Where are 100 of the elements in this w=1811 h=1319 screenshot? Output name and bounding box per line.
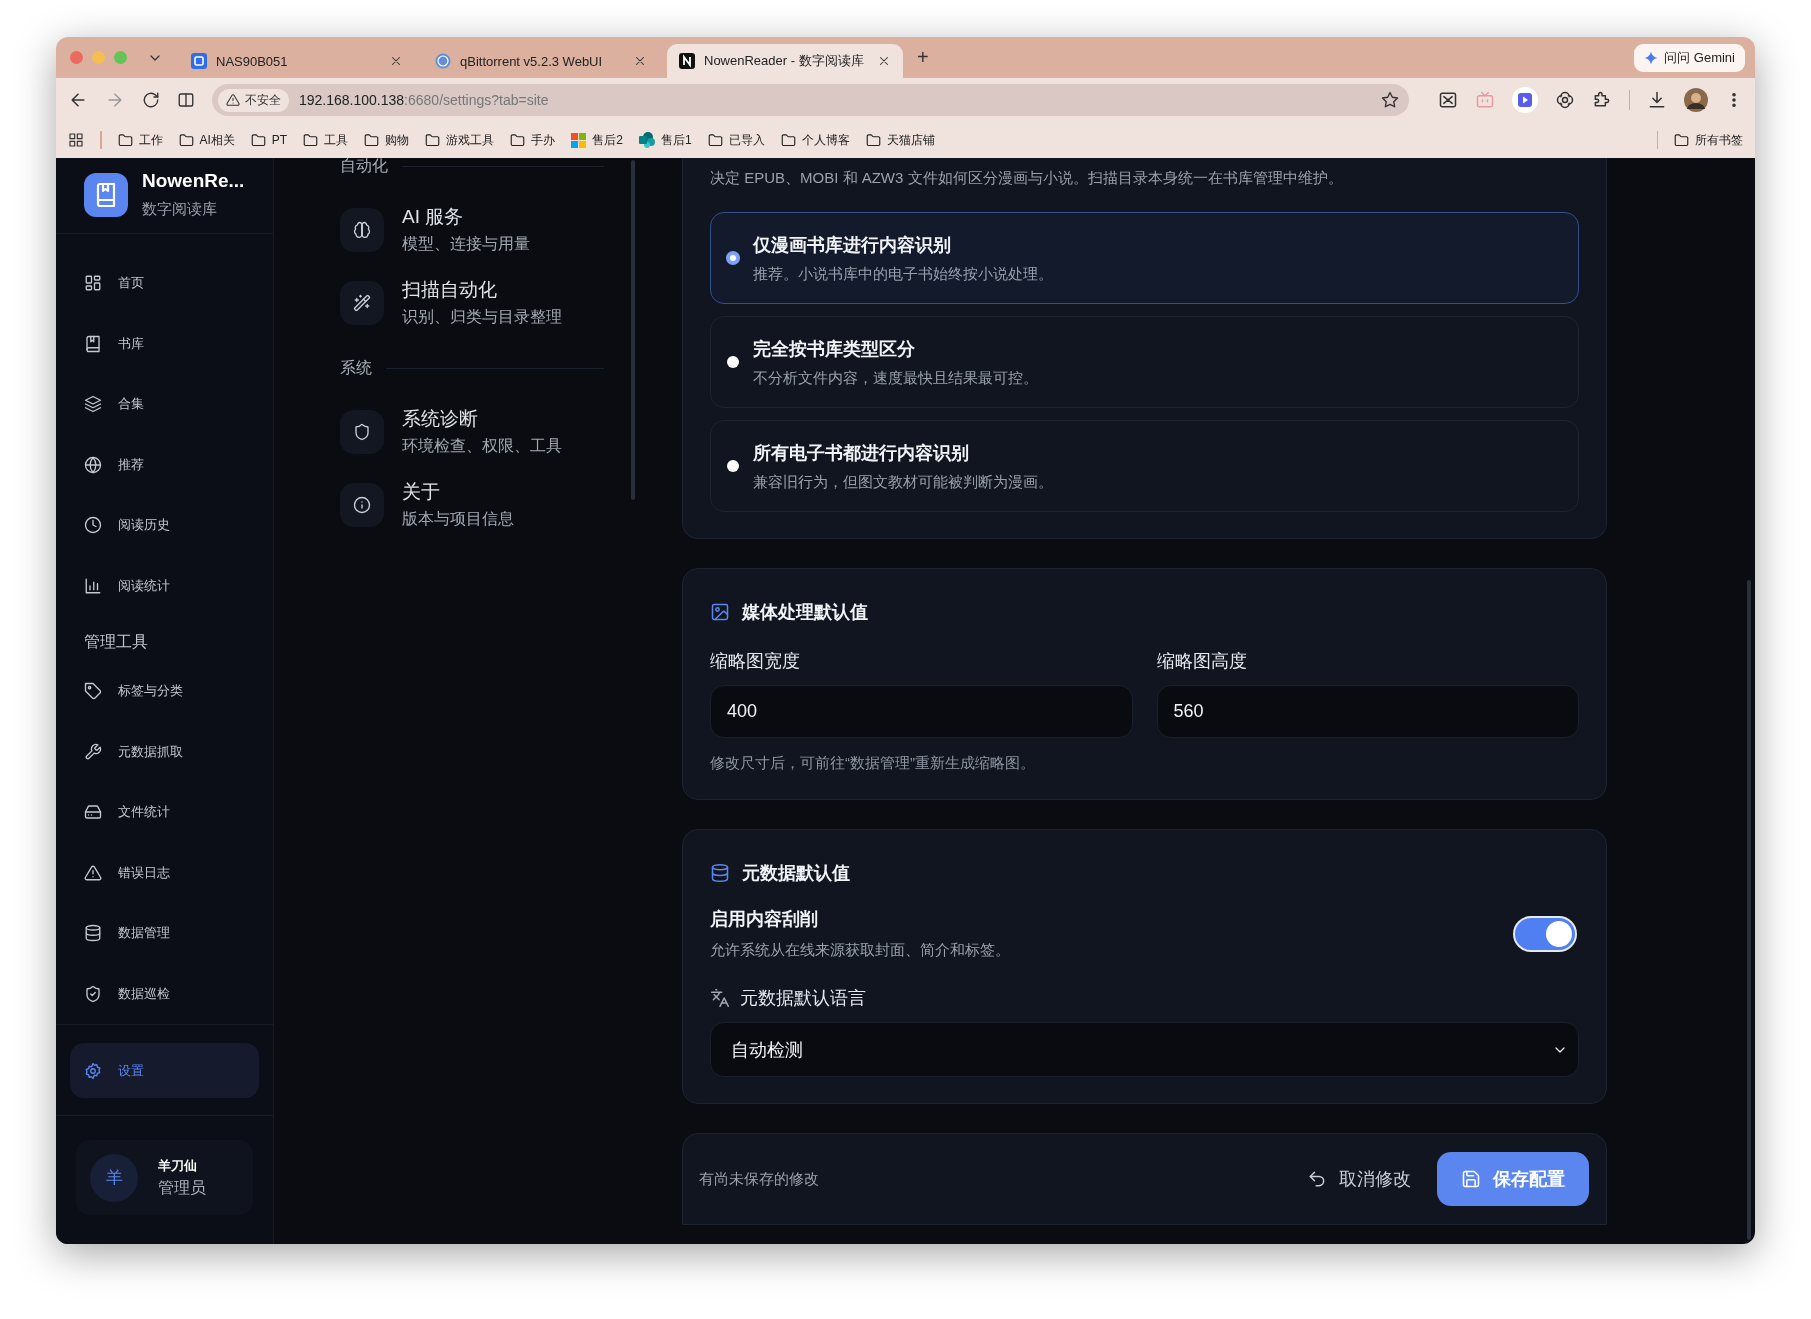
language-dropdown[interactable]: 自动检测 <box>710 1022 1579 1077</box>
undo-icon <box>1307 1169 1327 1189</box>
globe-icon <box>84 455 102 474</box>
radio-button[interactable] <box>727 356 739 368</box>
gemini-button[interactable]: 问问 Gemini <box>1634 43 1745 72</box>
warning-icon <box>226 93 240 107</box>
windows-logo-icon <box>571 132 587 148</box>
option-description: 不分析文件内容，速度最快且结果最可控。 <box>753 368 1038 388</box>
settings-nav-item[interactable]: 关于 版本与项目信息 <box>340 468 639 541</box>
folder-icon <box>1674 132 1689 148</box>
sidebar-item[interactable]: 合集 <box>70 374 259 435</box>
card-title: 媒体处理默认值 <box>742 601 868 624</box>
option-title: 所有电子书都进行内容识别 <box>753 441 970 465</box>
toggle-switch[interactable] <box>1513 915 1577 952</box>
scrollbar-thumb[interactable] <box>631 160 635 500</box>
bookmark[interactable]: 售后1 <box>638 131 692 149</box>
user-avatar: 羊 <box>90 1153 138 1202</box>
radio-option[interactable]: 仅漫画书库进行内容识别 推荐。小说书库中的电子书始终按小说处理。 <box>710 212 1579 304</box>
wrench-icon <box>84 742 102 761</box>
play-icon[interactable] <box>1511 87 1538 113</box>
cancel-button[interactable]: 取消修改 <box>1297 1159 1421 1199</box>
profile-avatar[interactable] <box>1684 88 1708 112</box>
close-icon[interactable] <box>633 54 647 68</box>
bookmark[interactable]: 个人博客 <box>780 131 850 149</box>
folder-icon <box>425 132 441 148</box>
folder-icon <box>178 132 194 148</box>
bookmark[interactable]: 已导入 <box>707 131 765 149</box>
browser-tab[interactable]: NowenReader - 数字阅读库 <box>667 44 903 78</box>
bookmark[interactable]: 售后2 <box>571 131 623 149</box>
sidebar-item[interactable]: 文件统计 <box>70 782 259 843</box>
bar-chart-icon <box>84 576 102 595</box>
magic-wand-icon <box>353 293 371 312</box>
sidebar-item[interactable]: 书库 <box>70 313 259 374</box>
sidebar-item[interactable]: 数据管理 <box>70 903 259 964</box>
folder-icon <box>707 132 723 148</box>
scrollbar-thumb[interactable] <box>1747 580 1751 1240</box>
info-icon <box>353 495 371 514</box>
folder-icon <box>364 132 380 148</box>
book-logo-icon <box>84 172 128 217</box>
number-field[interactable]: 560 <box>1156 685 1579 738</box>
setting-label: 启用内容刮削 <box>710 908 819 931</box>
url-text: 192.168.100.138:6680/settings?tab=site <box>299 92 549 108</box>
clock-icon <box>84 516 102 535</box>
hard-drive-icon <box>84 803 102 822</box>
browser-tab[interactable]: NAS90B051 <box>179 44 415 78</box>
sidebar-item[interactable]: 数据巡检 <box>70 963 259 1024</box>
group-heading: 自动化 <box>340 155 388 176</box>
settings-icon <box>84 1061 102 1080</box>
sidebar-item[interactable]: 阅读历史 <box>70 495 259 556</box>
bookmark[interactable]: 手办 <box>510 131 556 149</box>
close-icon[interactable] <box>389 54 403 68</box>
bookmark[interactable]: 游戏工具 <box>425 131 495 149</box>
settings-nav-item[interactable]: 扫描自动化 识别、归类与目录整理 <box>340 266 639 339</box>
sidebar-item[interactable]: 推荐 <box>70 434 259 495</box>
option-title: 仅漫画书库进行内容识别 <box>753 233 952 257</box>
radio-button[interactable] <box>727 460 739 472</box>
close-icon[interactable] <box>877 54 891 68</box>
radio-option[interactable]: 所有电子书都进行内容识别 兼容旧行为，但图文教材可能被判断为漫画。 <box>710 420 1579 512</box>
screenshot-icon[interactable] <box>1437 90 1458 110</box>
bookmark[interactable]: PT <box>250 132 288 148</box>
sparkle-icon <box>1644 50 1659 65</box>
unsaved-message: 有尚未保存的修改 <box>699 1169 819 1189</box>
split-view-icon[interactable] <box>177 91 195 109</box>
user-card[interactable]: 羊 羊刀仙 管理员 <box>76 1140 253 1215</box>
shield-check-icon <box>84 984 102 1003</box>
all-bookmarks-folder[interactable]: 所有书签 <box>1674 131 1743 149</box>
settings-nav-item[interactable]: 系统诊断 环境检查、权限、工具 <box>340 395 639 468</box>
hint-text: 修改尺寸后，可前往“数据管理”重新生成缩略图。 <box>710 754 1036 773</box>
radio-option[interactable]: 完全按书库类型区分 不分析文件内容，速度最快且结果最可控。 <box>710 316 1579 408</box>
knot-icon[interactable] <box>1554 90 1575 110</box>
apps-icon[interactable] <box>68 132 84 148</box>
option-description: 兼容旧行为，但图文教材可能被判断为漫画。 <box>753 472 1053 492</box>
book-icon <box>84 334 102 353</box>
field-label: 缩略图高度 <box>1156 650 1248 673</box>
sidebar-item[interactable]: 元数据抓取 <box>70 721 259 782</box>
folder-icon <box>780 132 796 148</box>
number-field[interactable]: 400 <box>710 685 1133 738</box>
star-icon[interactable] <box>1380 91 1399 109</box>
bookmark[interactable]: 天猫店铺 <box>865 131 935 149</box>
save-icon <box>1461 1169 1481 1189</box>
sidebar-item[interactable]: 标签与分类 <box>70 661 259 722</box>
browser-tab[interactable]: qBittorrent v5.2.3 WebUI <box>423 44 659 78</box>
security-chip[interactable]: 不安全 <box>218 88 289 112</box>
bookmark[interactable]: 工具 <box>303 131 349 149</box>
address-bar[interactable]: 不安全 192.168.100.138:6680/settings?tab=site <box>212 84 1409 116</box>
sidebar-item[interactable]: 阅读统计 <box>70 555 259 616</box>
bookmark[interactable]: 工作 <box>117 131 163 149</box>
tag-icon <box>84 682 102 701</box>
new-tab-button[interactable]: + <box>917 46 929 69</box>
sidebar-item[interactable]: 设置 <box>70 1043 259 1098</box>
card-description: 决定 EPUB、MOBI 和 AZW3 文件如何区分漫画与小说。扫描目录本身统一在书库管理中维护。 <box>710 168 1344 188</box>
download-icon[interactable] <box>1647 90 1667 110</box>
reload-icon[interactable] <box>142 91 160 109</box>
settings-nav-item[interactable]: AI 服务 模型、连接与用量 <box>340 193 639 266</box>
radio-button[interactable] <box>727 252 739 264</box>
sidebar-item[interactable]: 首页 <box>70 253 259 314</box>
bookmark[interactable]: AI相关 <box>178 131 235 149</box>
app-subtitle: 数字阅读库 <box>142 200 218 219</box>
bookmark[interactable]: 购物 <box>364 131 410 149</box>
sidebar-item[interactable]: 错误日志 <box>70 842 259 903</box>
